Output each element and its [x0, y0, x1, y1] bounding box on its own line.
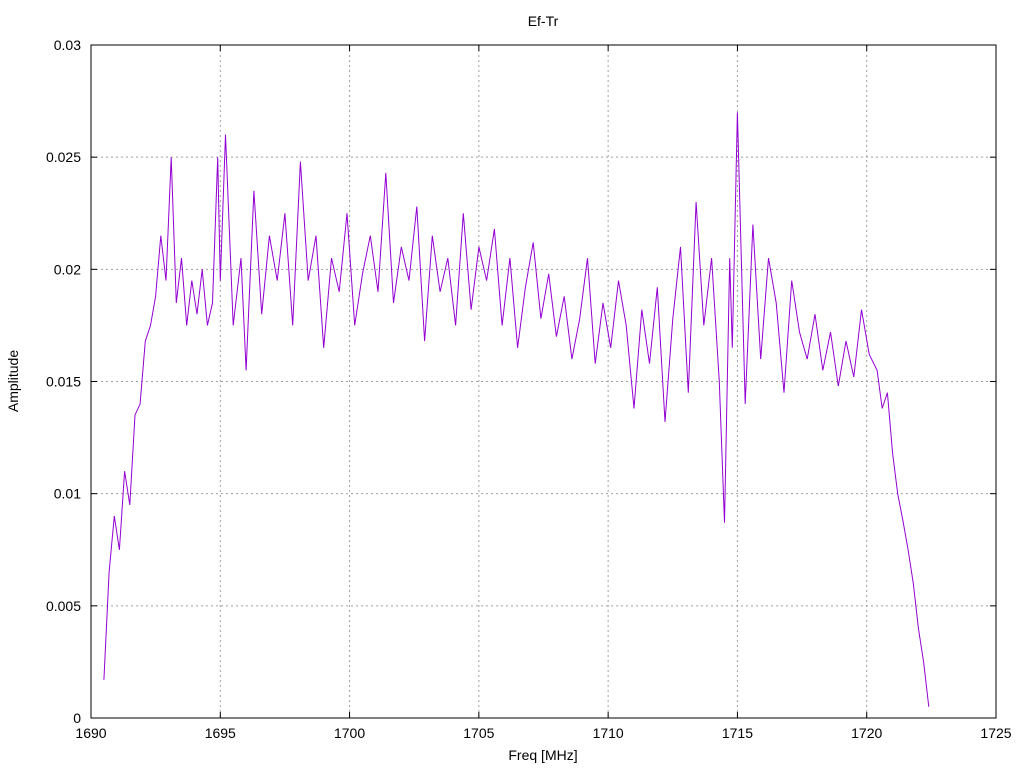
- x-tick-label: 1695: [205, 725, 236, 741]
- y-tick-label: 0.01: [54, 486, 81, 502]
- x-tick-label: 1700: [334, 725, 365, 741]
- y-axis-label: Amplitude: [5, 350, 21, 412]
- x-tick-label: 1710: [593, 725, 624, 741]
- x-tick-label: 1690: [75, 725, 106, 741]
- grid: [91, 45, 996, 718]
- x-tick-label: 1715: [722, 725, 753, 741]
- y-tick-label: 0.02: [54, 261, 81, 277]
- series-line: [103, 112, 930, 707]
- x-tick-label: 1705: [463, 725, 494, 741]
- x-axis-label: Freq [MHz]: [508, 747, 577, 763]
- x-tick-label: 1725: [980, 725, 1011, 741]
- y-tick-label: 0: [73, 710, 81, 726]
- chart-title: Ef-Tr: [528, 13, 559, 29]
- y-tick-label: 0.025: [46, 149, 81, 165]
- y-tick-label: 0.03: [54, 37, 81, 53]
- x-tick-label: 1720: [851, 725, 882, 741]
- y-tick-label: 0.015: [46, 374, 81, 390]
- y-tick-label: 0.005: [46, 598, 81, 614]
- chart: Ef-Tr 1690 1695 1700 1705 1710 1715 1720 1725 0 0…: [5, 13, 1012, 763]
